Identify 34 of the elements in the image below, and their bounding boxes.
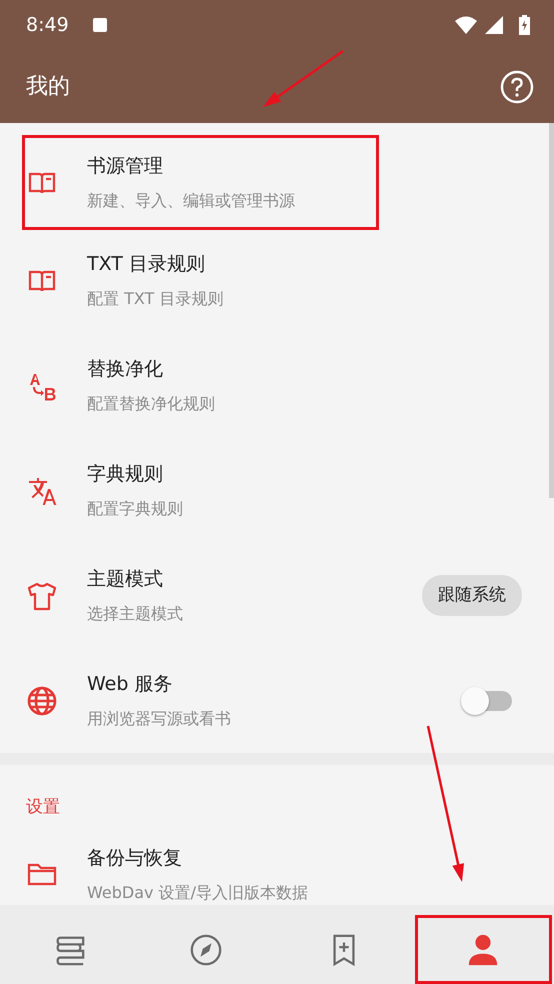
toggle-switch[interactable]: [460, 686, 514, 716]
item-subtitle: 配置 TXT 目录规则: [87, 289, 224, 308]
item-subtitle: 新建、导入、编辑或管理书源: [87, 191, 295, 210]
item-title: 字典规则: [87, 462, 164, 486]
wifi-icon: [455, 16, 477, 34]
status-time: 8:49: [26, 12, 69, 38]
help-button[interactable]: [500, 70, 534, 104]
item-title: 书源管理: [87, 154, 164, 178]
item-subtitle: WebDav 设置/导入旧版本数据: [87, 883, 308, 902]
signal-icon: [485, 16, 503, 34]
list-item[interactable]: 主题模式 选择主题模式 跟随系统: [0, 543, 548, 648]
list-item[interactable]: TXT 目录规则 配置 TXT 目录规则: [0, 228, 548, 333]
item-subtitle: 用浏览器写源或看书: [87, 709, 231, 728]
app-title: 我的: [26, 73, 70, 101]
theme-mode-chip[interactable]: 跟随系统: [422, 574, 522, 616]
list-item[interactable]: 书源管理 新建、导入、编辑或管理书源: [0, 123, 548, 228]
section-header: 设置: [25, 796, 61, 819]
item-title: 主题模式: [87, 568, 164, 590]
nav-tab[interactable]: [414, 915, 552, 984]
notification-icon: [92, 18, 107, 32]
item-title: 备份与恢复: [87, 846, 183, 870]
item-subtitle: 选择主题模式: [87, 604, 183, 624]
list-item[interactable]: 字典规则 配置字典规则: [0, 438, 548, 543]
list-item[interactable]: 备份与恢复 WebDav 设置/导入旧版本数据: [0, 834, 548, 902]
item-subtitle: 配置字典规则: [87, 499, 183, 518]
list-item[interactable]: 替换净化 配置替换净化规则: [0, 333, 548, 438]
item-subtitle: 配置替换净化规则: [87, 394, 215, 414]
item-title: 替换净化: [87, 358, 164, 380]
globe-icon: [26, 684, 58, 716]
item-title: TXT 目录规则: [87, 252, 206, 276]
item-title: Web 服务: [87, 672, 174, 696]
list-item[interactable]: Web 服务 用浏览器写源或看书: [0, 648, 548, 753]
compass-icon: [189, 932, 224, 966]
battery-icon: [519, 15, 530, 35]
